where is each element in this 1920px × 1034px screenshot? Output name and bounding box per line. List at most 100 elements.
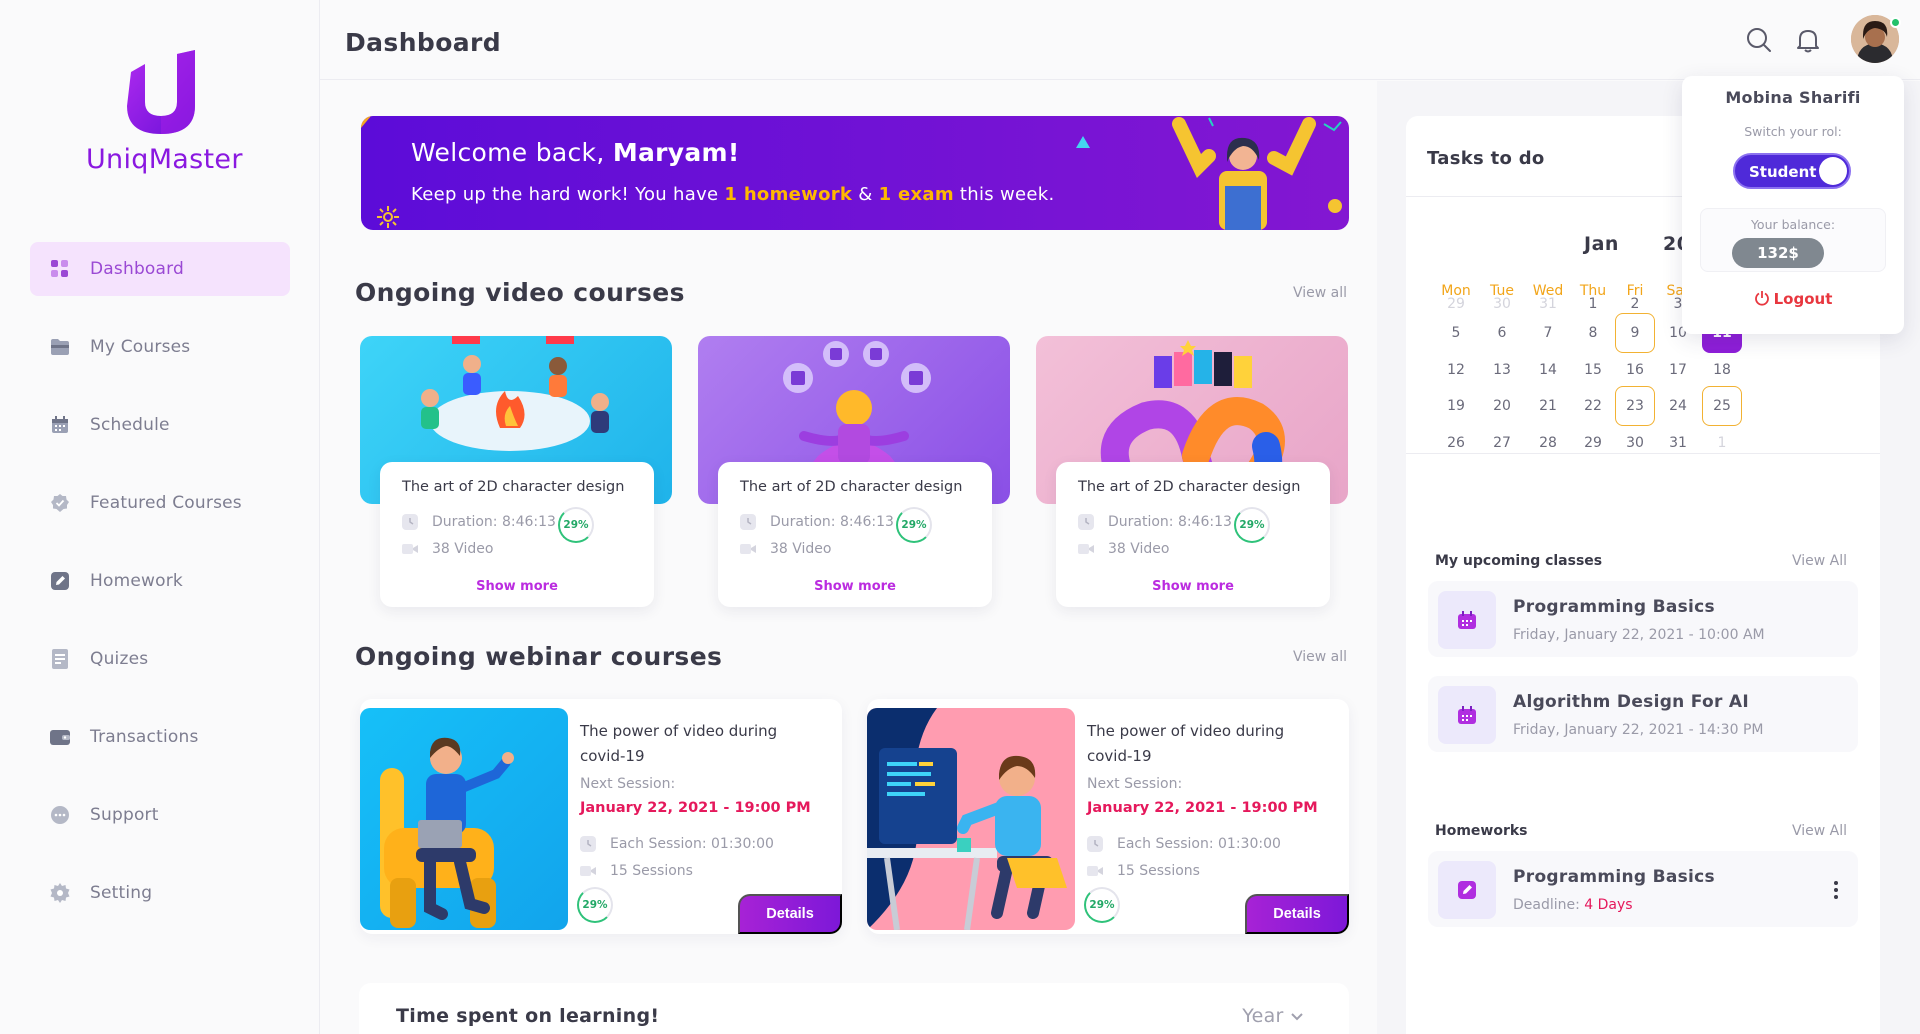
clock-icon [1087, 836, 1103, 852]
chat-icon [50, 805, 70, 825]
calendar-day[interactable]: 14 [1528, 350, 1568, 390]
calendar-day[interactable]: 30 [1615, 423, 1655, 463]
course-info: The art of 2D character design Duration:… [380, 462, 654, 607]
sidebar-item-transactions[interactable]: Transactions [30, 710, 290, 764]
online-status-dot [1890, 17, 1901, 28]
webinar-course-card[interactable]: The power of video during covid-19 Next … [360, 699, 842, 934]
calendar-day[interactable]: 22 [1573, 386, 1613, 426]
calendar-day[interactable]: 5 [1436, 313, 1476, 353]
progress-badge: 29% [558, 507, 594, 543]
sidebar-item-schedule[interactable]: Schedule [30, 398, 290, 452]
calendar-day[interactable]: 26 [1436, 423, 1476, 463]
logout-button[interactable]: Logout [1682, 290, 1904, 308]
homeworks-title: Homeworks [1435, 823, 1528, 839]
sidebar-item-setting[interactable]: Setting [30, 866, 290, 920]
sidebar-item-label: Quizes [90, 649, 149, 669]
search-icon[interactable] [1745, 26, 1773, 54]
homework-deadline: Deadline: 4 Days [1513, 897, 1633, 913]
calendar-day[interactable]: 23 [1615, 386, 1655, 426]
calendar-day[interactable]: 8 [1573, 313, 1613, 353]
calendar-day[interactable]: 19 [1436, 386, 1476, 426]
tasks-title: Tasks to do [1427, 148, 1545, 169]
logo[interactable]: UniqMaster [86, 50, 242, 175]
calendar-month[interactable]: Jan [1584, 233, 1619, 255]
calendar-day[interactable]: 24 [1658, 386, 1698, 426]
show-more-link[interactable]: Show more [1056, 579, 1330, 594]
switch-role-label: Switch your rol: [1744, 124, 1842, 139]
calendar-day[interactable]: 16 [1615, 350, 1655, 390]
show-more-link[interactable]: Show more [718, 579, 992, 594]
calendar-day[interactable]: 29 [1573, 423, 1613, 463]
calendar-day[interactable]: 31 [1658, 423, 1698, 463]
video-icon [1078, 544, 1094, 554]
calendar-day[interactable]: 27 [1482, 423, 1522, 463]
course-info: The art of 2D character design Duration:… [1056, 462, 1330, 607]
webinar-view-all-link[interactable]: View all [1293, 649, 1347, 665]
calendar-day[interactable]: 28 [1528, 423, 1568, 463]
progress-badge: 29% [577, 887, 613, 923]
course-videos: 38 Video [740, 541, 832, 557]
course-videos: 38 Video [402, 541, 494, 557]
details-button[interactable]: Details [738, 894, 842, 934]
balance-value: 132$ [1732, 238, 1824, 268]
sidebar-item-my-courses[interactable]: My Courses [30, 320, 290, 374]
profile-name: Mobina Sharifi [1725, 88, 1861, 107]
progress-badge: 29% [1234, 507, 1270, 543]
time-spent-card: Time spent on learning! Year [359, 983, 1349, 1034]
calendar-day[interactable]: 7 [1528, 313, 1568, 353]
calendar-day[interactable]: 25 [1702, 386, 1742, 426]
course-duration: Duration: 8:46:13 [402, 514, 556, 530]
sidebar-item-featured-courses[interactable]: Featured Courses [30, 476, 290, 530]
sidebar-item-quizes[interactable]: Quizes [30, 632, 290, 686]
sidebar-item-support[interactable]: Support [30, 788, 290, 842]
details-button[interactable]: Details [1245, 894, 1349, 934]
calendar-day[interactable]: 12 [1436, 350, 1476, 390]
video-course-card[interactable]: The art of 2D character design Duration:… [698, 336, 1010, 611]
bell-icon[interactable] [1794, 26, 1822, 54]
sidebar-item-label: Featured Courses [90, 493, 242, 513]
sidebar-item-label: Schedule [90, 415, 170, 435]
webinar-section-title: Ongoing webinar courses [355, 642, 723, 671]
document-icon [50, 649, 70, 669]
video-view-all-link[interactable]: View all [1293, 285, 1347, 301]
calendar-day[interactable]: 21 [1528, 386, 1568, 426]
calendar-day[interactable]: 20 [1482, 386, 1522, 426]
badge-icon [50, 493, 70, 513]
show-more-link[interactable]: Show more [380, 579, 654, 594]
banner-message: Keep up the hard work! You have 1 homewo… [411, 184, 1055, 205]
session-count: 15 Sessions [1087, 863, 1200, 879]
homeworks-view-all-link[interactable]: View All [1792, 823, 1847, 839]
webinar-course-card[interactable]: The power of video during covid-19 Next … [867, 699, 1349, 934]
upcoming-class-item[interactable]: Programming Basics Friday, January 22, 2… [1428, 581, 1858, 657]
calendar-day[interactable]: 1 [1702, 423, 1742, 463]
profile-dropdown: Mobina Sharifi Switch your rol: Student … [1682, 76, 1904, 334]
calendar-day[interactable]: 6 [1482, 313, 1522, 353]
session-count: 15 Sessions [580, 863, 693, 879]
calendar-day[interactable]: 13 [1482, 350, 1522, 390]
video-icon [402, 544, 418, 554]
upcoming-view-all-link[interactable]: View All [1792, 553, 1847, 569]
video-course-card[interactable]: The art of 2D character design Duration:… [1036, 336, 1348, 611]
role-toggle[interactable]: Student [1733, 153, 1851, 189]
calendar-day[interactable]: 15 [1573, 350, 1613, 390]
period-dropdown[interactable]: Year [1242, 1005, 1304, 1027]
upcoming-class-item[interactable]: Algorithm Design For AI Friday, January … [1428, 676, 1858, 752]
wallet-icon [50, 727, 70, 747]
corner-decoration [361, 116, 371, 128]
class-title: Algorithm Design For AI [1513, 692, 1749, 712]
calendar-day[interactable]: 17 [1658, 350, 1698, 390]
next-session-date: January 22, 2021 - 19:00 PM [1087, 800, 1318, 816]
video-course-card[interactable]: The art of 2D character design Duration:… [360, 336, 672, 611]
sidebar-item-dashboard[interactable]: Dashboard [30, 242, 290, 296]
homework-item[interactable]: Programming Basics Deadline: 4 Days [1428, 851, 1858, 927]
webinar-thumbnail [360, 708, 568, 930]
next-session-label: Next Session: [1087, 776, 1183, 792]
calendar-day[interactable]: 9 [1615, 313, 1655, 353]
calendar-day[interactable]: 18 [1702, 350, 1742, 390]
sidebar-item-homework[interactable]: Homework [30, 554, 290, 608]
video-icon [580, 866, 596, 876]
more-options-icon[interactable] [1834, 881, 1838, 899]
folder-icon [50, 337, 70, 357]
role-label: Student [1749, 163, 1817, 181]
homework-title: Programming Basics [1513, 867, 1715, 887]
